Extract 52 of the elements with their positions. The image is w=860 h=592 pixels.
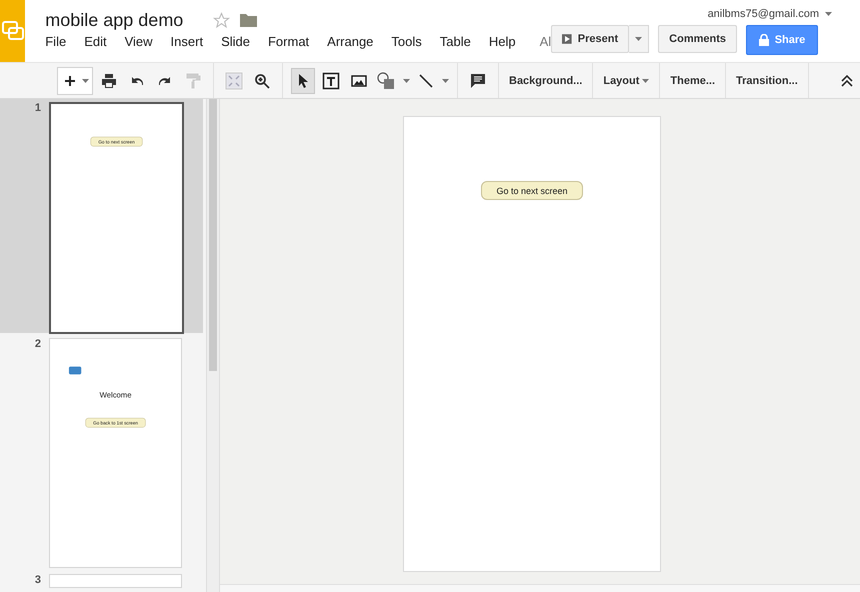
menu-item[interactable]: Slide — [221, 34, 259, 49]
menu-item[interactable]: Edit — [84, 34, 116, 49]
menu-item[interactable]: Arrange — [327, 34, 382, 49]
slide-thumbnail[interactable] — [49, 574, 182, 588]
caret-icon — [825, 12, 832, 16]
scrollbar-thumb[interactable] — [209, 99, 218, 371]
slide-number: 1 — [34, 102, 42, 116]
toolbar-button[interactable]: Transition... — [726, 63, 809, 98]
paint-roller-icon — [185, 72, 201, 88]
save-status[interactable]: Al — [540, 34, 552, 49]
new-slide-button[interactable] — [57, 66, 93, 94]
plus-icon — [65, 76, 75, 86]
comment-icon — [470, 72, 486, 88]
toolbar-button[interactable]: Theme... — [660, 63, 726, 98]
menu-item[interactable]: Help — [488, 34, 525, 49]
fit-icon — [225, 72, 243, 90]
caret-icon — [403, 78, 410, 82]
document-title[interactable]: mobile app demo — [45, 10, 184, 30]
menu-item[interactable]: File — [45, 34, 76, 49]
slide-button: Go to next screen — [481, 181, 583, 200]
caret-icon — [82, 78, 89, 82]
caret-icon — [642, 78, 650, 82]
present-button[interactable]: Present — [551, 25, 630, 53]
text-box-icon — [322, 72, 340, 90]
folder-icon — [240, 13, 258, 27]
comments-button[interactable]: Comments — [658, 25, 737, 53]
lock-icon — [758, 34, 769, 46]
caret-icon — [635, 37, 642, 41]
slide-canvas[interactable]: Go to next screen — [403, 116, 661, 572]
select-tool-button[interactable] — [291, 68, 315, 94]
image-icon — [351, 72, 367, 88]
zoom-icon — [254, 72, 270, 88]
printer-icon — [101, 72, 117, 88]
play-icon — [562, 31, 572, 47]
account-email[interactable]: anilbms75@gmail.com — [708, 8, 819, 20]
slide-number: 2 — [34, 338, 42, 352]
toolbar-button[interactable]: Layout — [593, 63, 660, 98]
shape-icon — [377, 72, 397, 90]
star-icon[interactable] — [213, 12, 230, 28]
menu-item[interactable]: Insert — [170, 34, 212, 49]
slide-number: 3 — [34, 574, 42, 586]
collapse-button[interactable] — [840, 74, 853, 86]
caret-icon — [442, 78, 449, 82]
menu-item[interactable]: Tools — [391, 34, 431, 49]
present-menu-button[interactable] — [629, 25, 650, 53]
slide-chip — [68, 366, 82, 374]
menu-item[interactable]: Table — [440, 34, 480, 49]
line-icon — [418, 72, 434, 88]
toolbar-button[interactable]: Background... — [499, 63, 594, 98]
menu-item[interactable]: View — [124, 34, 162, 49]
menu-item[interactable]: Format — [268, 34, 318, 49]
double-chevron-up-icon — [840, 74, 853, 86]
